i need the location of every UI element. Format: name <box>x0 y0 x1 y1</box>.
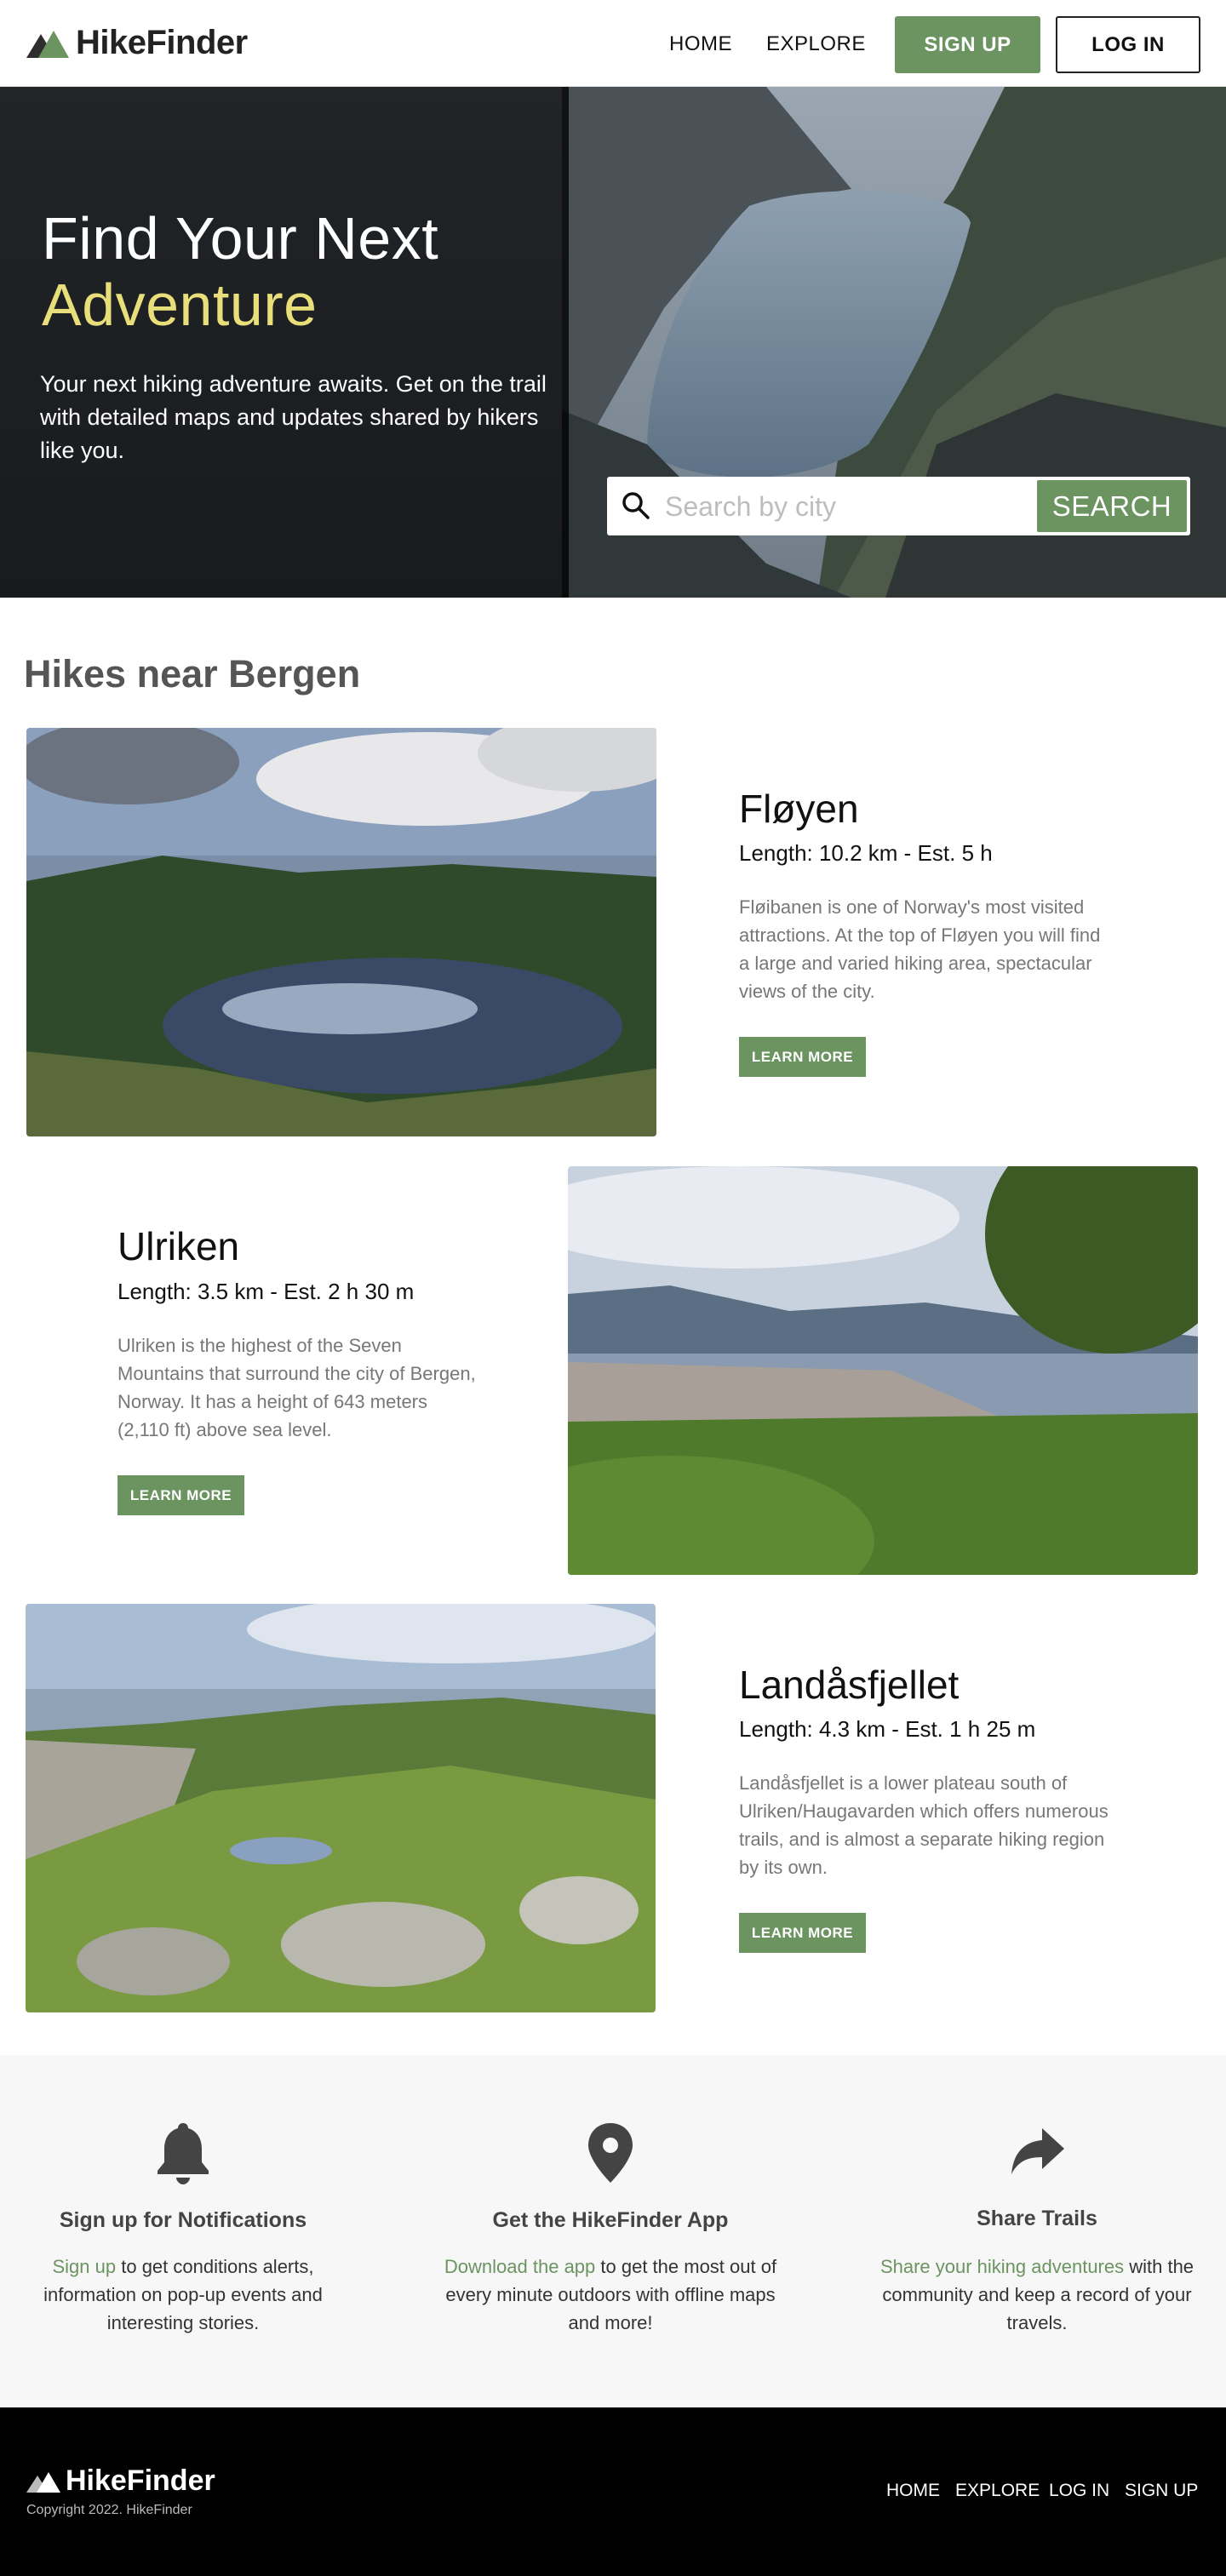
nav-home-link[interactable]: HOME <box>669 32 732 56</box>
bell-icon <box>158 2123 209 2184</box>
ulriken-photo[interactable] <box>568 1166 1198 1575</box>
hike-length: Length: 4.3 km - Est. 1 h 25 m <box>739 1716 1036 1742</box>
footer-explore-link[interactable]: EXPLORE <box>955 2481 1040 2501</box>
learn-more-button[interactable]: LEARN MORE <box>739 1913 866 1953</box>
feature-title: Share Trails <box>977 2207 1097 2230</box>
mountain-logo-icon <box>26 30 69 58</box>
map-pin-icon <box>588 2123 633 2183</box>
learn-more-button[interactable]: LEARN MORE <box>739 1037 866 1077</box>
hike-length: Length: 10.2 km - Est. 5 h <box>739 840 993 866</box>
hero-title-accent: Adventure <box>42 272 318 338</box>
footer-brand-name: HikeFinder <box>66 2464 215 2497</box>
footer: HikeFinder Copyright 2022. HikeFinder HO… <box>0 2407 1226 2576</box>
hero-text-overlay <box>0 87 569 598</box>
feature-text: Download the app to get the most out of … <box>440 2253 781 2337</box>
search-input[interactable] <box>665 487 1040 526</box>
hike-name: Landåsfjellet <box>739 1663 960 1707</box>
footer-brand[interactable]: HikeFinder <box>26 2464 215 2498</box>
mountain-logo-icon <box>26 2471 60 2493</box>
feature-title: Get the HikeFinder App <box>492 2208 729 2232</box>
search-button[interactable]: SEARCH <box>1037 480 1187 532</box>
hike-description: Landåsfjellet is a lower plateau south o… <box>739 1772 1109 1878</box>
hero-description: Your next hiking adventure awaits. Get o… <box>40 371 547 463</box>
hike-name: Fløyen <box>739 787 859 831</box>
hike-length: Length: 3.5 km - Est. 2 h 30 m <box>117 1279 415 1304</box>
copyright-text: Copyright 2022. HikeFinder <box>26 2503 192 2517</box>
hike-description: Ulriken is the highest of the Seven Moun… <box>117 1335 476 1440</box>
brand-name: HikeFinder <box>76 24 248 61</box>
feature-text: Share your hiking adventures with the co… <box>867 2253 1207 2337</box>
footer-home-link[interactable]: HOME <box>886 2481 940 2501</box>
footer-login-link[interactable]: LOG IN <box>1049 2481 1109 2501</box>
hike-name: Ulriken <box>117 1224 240 1268</box>
navbar: HikeFinder HOME EXPLORE SIGN UP LOG IN <box>0 0 1226 87</box>
feature-text: Sign up to get conditions alerts, inform… <box>13 2253 353 2337</box>
footer-signup-link[interactable]: SIGN UP <box>1125 2481 1198 2501</box>
features-section: Sign up for Notifications Sign up to get… <box>0 2055 1226 2407</box>
signup-button[interactable]: SIGN UP <box>895 16 1040 73</box>
download-app-link[interactable]: Download the app <box>444 2256 595 2277</box>
nav-explore-link[interactable]: EXPLORE <box>766 32 866 56</box>
city-view-image <box>568 1166 1198 1575</box>
hike-description: Fløibanen is one of Norway's most visite… <box>739 896 1101 1002</box>
lake-forest-image <box>26 728 656 1136</box>
hero-banner: Find Your Next Adventure Your next hikin… <box>0 87 1226 598</box>
share-adventures-link[interactable]: Share your hiking adventures <box>880 2256 1124 2277</box>
learn-more-button[interactable]: LEARN MORE <box>117 1475 244 1515</box>
brand-logo[interactable]: HikeFinder <box>26 24 248 62</box>
share-arrow-icon <box>1011 2128 1064 2174</box>
rocky-plateau-image <box>26 1604 656 2012</box>
hikes-section-title: Hikes near Bergen <box>24 652 361 696</box>
feature-title: Sign up for Notifications <box>59 2208 307 2232</box>
signup-link[interactable]: Sign up <box>53 2256 117 2277</box>
landasfjellet-photo[interactable] <box>26 1604 656 2012</box>
search-bar: SEARCH <box>607 477 1190 535</box>
floyen-photo[interactable] <box>26 728 656 1136</box>
search-icon <box>622 492 650 519</box>
hero-title: Find Your Next <box>42 205 439 272</box>
login-button[interactable]: LOG IN <box>1056 16 1200 73</box>
